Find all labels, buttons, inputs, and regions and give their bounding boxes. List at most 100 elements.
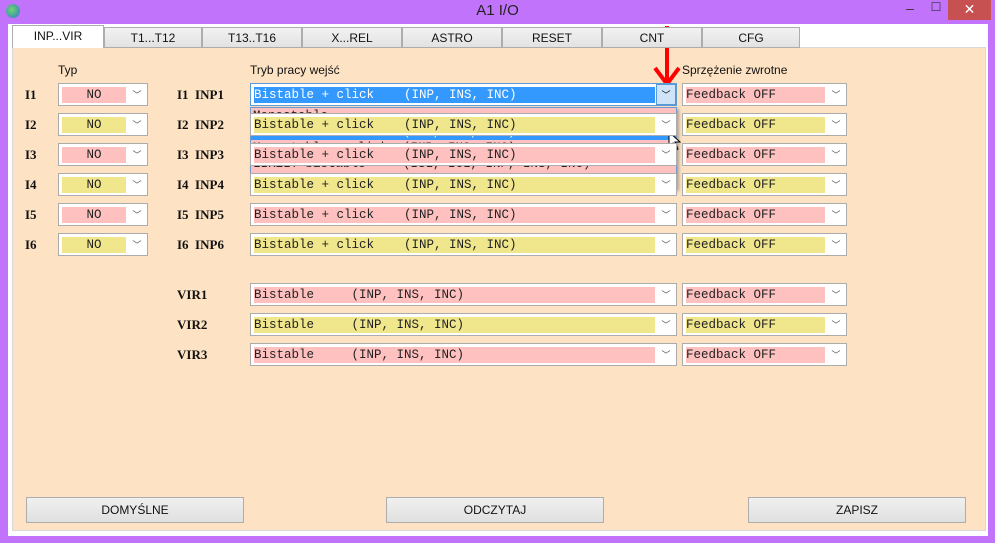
chevron-down-icon[interactable]: ﹀	[131, 148, 143, 162]
chevron-down-icon[interactable]: ﹀	[830, 208, 842, 222]
typ-combo-value: NO	[62, 177, 126, 193]
chevron-down-icon[interactable]: ﹀	[660, 348, 672, 362]
tab-reset[interactable]: RESET	[502, 27, 602, 48]
chevron-down-icon[interactable]: ﹀	[131, 238, 143, 252]
chevron-down-icon[interactable]: ﹀	[660, 318, 672, 332]
mode-combo-value: Bistable + click (INP, INS, INC)	[254, 237, 655, 253]
mode-combo-value: Bistable + click (INP, INS, INC)	[254, 177, 655, 193]
input-label: I1	[25, 87, 37, 102]
mode-combo[interactable]: Bistable + click (INP, INS, INC) ﹀	[250, 233, 677, 256]
input-name: I2 INP2	[177, 117, 224, 132]
chevron-down-icon[interactable]: ﹀	[830, 88, 842, 102]
virtual-mode-combo[interactable]: Bistable (INP, INS, INC) ﹀	[250, 343, 677, 366]
feedback-combo[interactable]: Feedback OFF ﹀	[682, 233, 847, 256]
input-label: I4	[25, 177, 37, 192]
mode-combo-value: Bistable + click (INP, INS, INC)	[254, 117, 655, 133]
virtual-feedback-combo[interactable]: Feedback OFF ﹀	[682, 313, 847, 336]
virtual-feedback-combo-value: Feedback OFF	[686, 287, 825, 303]
mode-combo[interactable]: Bistable + click (INP, INS, INC) ﹀	[250, 143, 677, 166]
chevron-down-icon[interactable]: ﹀	[660, 238, 672, 252]
chevron-down-icon[interactable]: ﹀	[131, 208, 143, 222]
tab-astro[interactable]: ASTRO	[402, 27, 502, 48]
feedback-combo[interactable]: Feedback OFF ﹀	[682, 113, 847, 136]
close-button[interactable]: ✕	[948, 0, 991, 20]
mode-combo[interactable]: Bistable + click (INP, INS, INC) ﹀	[250, 203, 677, 226]
chevron-down-icon[interactable]: ﹀	[131, 118, 143, 132]
input-name: I6 INP6	[177, 237, 224, 252]
input-label: I6	[25, 237, 37, 252]
chevron-down-icon[interactable]: ﹀	[660, 148, 672, 162]
input-name: I3 INP3	[177, 147, 224, 162]
input-name: I4 INP4	[177, 177, 224, 192]
tab-cnt[interactable]: CNT	[602, 27, 702, 48]
feedback-combo-value: Feedback OFF	[686, 87, 825, 103]
typ-combo[interactable]: NO ﹀	[58, 83, 148, 106]
virtual-feedback-combo[interactable]: Feedback OFF ﹀	[682, 343, 847, 366]
tab-x-rel[interactable]: X...REL	[302, 27, 402, 48]
virtual-mode-combo-value: Bistable (INP, INS, INC)	[254, 317, 655, 333]
chevron-down-icon[interactable]: ﹀	[830, 148, 842, 162]
chevron-down-icon[interactable]: ﹀	[830, 118, 842, 132]
virtual-mode-combo[interactable]: Bistable (INP, INS, INC) ﹀	[250, 313, 677, 336]
virtual-feedback-combo-value: Feedback OFF	[686, 317, 825, 333]
virtual-name: VIR2	[177, 317, 208, 332]
maximize-button[interactable]: ☐	[925, 0, 947, 20]
virtual-feedback-combo[interactable]: Feedback OFF ﹀	[682, 283, 847, 306]
chevron-down-icon[interactable]: ﹀	[830, 178, 842, 192]
tab-inp-vir[interactable]: INP...VIR	[12, 25, 104, 48]
mode-combo-value: Bistable + click (INP, INS, INC)	[254, 207, 655, 223]
chevron-down-icon[interactable]: ﹀	[131, 178, 143, 192]
mode-combo[interactable]: Bistable + click (INP, INS, INC) ﹀	[250, 113, 677, 136]
typ-combo-value: NO	[62, 87, 126, 103]
title-bar: A1 I/O	[0, 0, 995, 24]
mode-combo[interactable]: Bistable + click (INP, INS, INC) ﹀	[250, 83, 677, 106]
minimize-button[interactable]: –	[897, 0, 923, 20]
typ-combo[interactable]: NO ﹀	[58, 233, 148, 256]
chevron-down-icon[interactable]: ﹀	[660, 118, 672, 132]
app-icon	[6, 4, 20, 18]
read-button[interactable]: ODCZYTAJ	[386, 497, 604, 523]
save-button[interactable]: ZAPISZ	[748, 497, 966, 523]
virtual-mode-combo[interactable]: Bistable (INP, INS, INC) ﹀	[250, 283, 677, 306]
chevron-down-icon[interactable]: ﹀	[830, 318, 842, 332]
virtual-name: VIR3	[177, 347, 208, 362]
defaults-button[interactable]: DOMYŚLNE	[26, 497, 244, 523]
mode-combo-value: Bistable + click (INP, INS, INC)	[254, 147, 655, 163]
chevron-down-icon[interactable]: ﹀	[660, 208, 672, 222]
tab-t13-t16[interactable]: T13..T16	[202, 27, 302, 48]
typ-combo[interactable]: NO ﹀	[58, 143, 148, 166]
window-title: A1 I/O	[476, 2, 519, 19]
tab-t1-t12[interactable]: T1...T12	[104, 27, 202, 48]
feedback-combo[interactable]: Feedback OFF ﹀	[682, 173, 847, 196]
chevron-down-icon[interactable]: ﹀	[830, 348, 842, 362]
feedback-combo[interactable]: Feedback OFF ﹀	[682, 83, 847, 106]
typ-combo-value: NO	[62, 207, 126, 223]
virtual-name: VIR1	[177, 287, 208, 302]
feedback-combo[interactable]: Feedback OFF ﹀	[682, 143, 847, 166]
typ-combo[interactable]: NO ﹀	[58, 173, 148, 196]
chevron-down-icon[interactable]: ﹀	[830, 288, 842, 302]
chevron-down-icon[interactable]: ﹀	[131, 88, 143, 102]
chevron-down-icon[interactable]: ﹀	[656, 84, 676, 105]
input-name: I5 INP5	[177, 207, 224, 222]
feedback-header: Sprzężenie zwrotne	[682, 63, 788, 77]
virtual-feedback-combo-value: Feedback OFF	[686, 347, 825, 363]
typ-header: Typ	[58, 63, 78, 77]
typ-combo[interactable]: NO ﹀	[58, 113, 148, 136]
virtual-mode-combo-value: Bistable (INP, INS, INC)	[254, 347, 655, 363]
typ-combo-value: NO	[62, 147, 126, 163]
chevron-down-icon[interactable]: ﹀	[660, 178, 672, 192]
tab-cfg[interactable]: CFG	[702, 27, 800, 48]
feedback-combo-value: Feedback OFF	[686, 147, 825, 163]
feedback-combo-value: Feedback OFF	[686, 237, 825, 253]
chevron-down-icon[interactable]: ﹀	[660, 288, 672, 302]
input-label: I2	[25, 117, 37, 132]
typ-combo[interactable]: NO ﹀	[58, 203, 148, 226]
feedback-combo-value: Feedback OFF	[686, 177, 825, 193]
chevron-down-icon[interactable]: ﹀	[830, 238, 842, 252]
mode-header: Tryb pracy wejść	[250, 63, 340, 77]
input-label: I5	[25, 207, 37, 222]
feedback-combo[interactable]: Feedback OFF ﹀	[682, 203, 847, 226]
mode-combo-value: Bistable + click (INP, INS, INC)	[254, 87, 655, 103]
mode-combo[interactable]: Bistable + click (INP, INS, INC) ﹀	[250, 173, 677, 196]
